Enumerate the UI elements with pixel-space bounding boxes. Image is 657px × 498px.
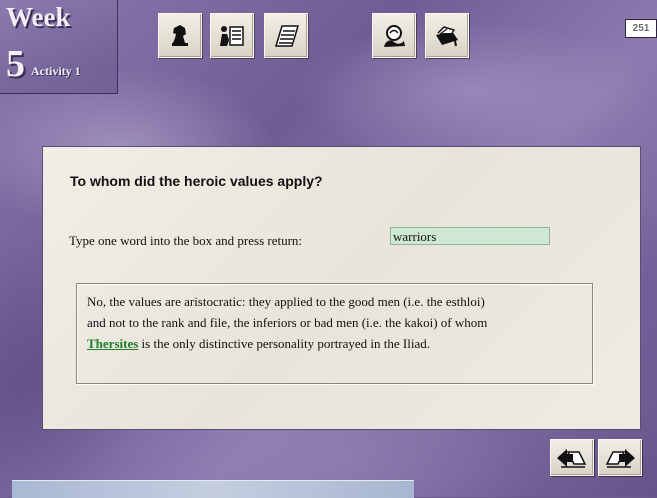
week-label: Week bbox=[6, 2, 71, 32]
toolbar-button-notepad[interactable] bbox=[264, 13, 308, 58]
toolbox-icon bbox=[436, 25, 458, 46]
chess-knight-icon bbox=[172, 24, 188, 46]
forward-button[interactable] bbox=[598, 439, 642, 476]
forward-arrow-book-icon bbox=[605, 448, 635, 468]
bottom-strip bbox=[12, 480, 414, 498]
toolbar-button-notes[interactable] bbox=[210, 13, 254, 58]
week-number: 5 bbox=[6, 43, 25, 85]
activity-panel: To whom did the heroic values apply? Typ… bbox=[42, 146, 641, 430]
page-number: 251 bbox=[625, 19, 657, 38]
toolbar-button-search[interactable] bbox=[372, 13, 416, 58]
feedback-line-1: No, the values are aristocratic: they ap… bbox=[87, 294, 485, 309]
feedback-line-3-text: is the only distinctive personality port… bbox=[138, 336, 430, 351]
thersites-link[interactable]: Thersites bbox=[87, 336, 138, 351]
answer-prompt: Type one word into the box and press ret… bbox=[69, 233, 303, 248]
toolbar-button-toolbox[interactable] bbox=[425, 13, 469, 58]
back-arrow-book-icon bbox=[557, 448, 587, 468]
question-heading: To whom did the heroic values apply? bbox=[70, 173, 323, 189]
week-activity-badge: Week 5 Activity 1 bbox=[0, 0, 118, 94]
back-button[interactable] bbox=[550, 439, 594, 476]
notepad-icon bbox=[274, 24, 300, 47]
magnifier-icon bbox=[384, 24, 405, 47]
toolbar-button-knight[interactable] bbox=[158, 13, 202, 58]
feedback-box: No, the values are aristocratic: they ap… bbox=[76, 283, 593, 384]
feedback-line-3: Thersites is the only distinctive person… bbox=[87, 333, 581, 354]
answer-input[interactable]: warriors bbox=[390, 227, 550, 245]
activity-label: Activity 1 bbox=[31, 64, 81, 78]
study-notes-icon bbox=[220, 25, 244, 46]
feedback-line-2: and not to the rank and file, the inferi… bbox=[87, 315, 488, 330]
